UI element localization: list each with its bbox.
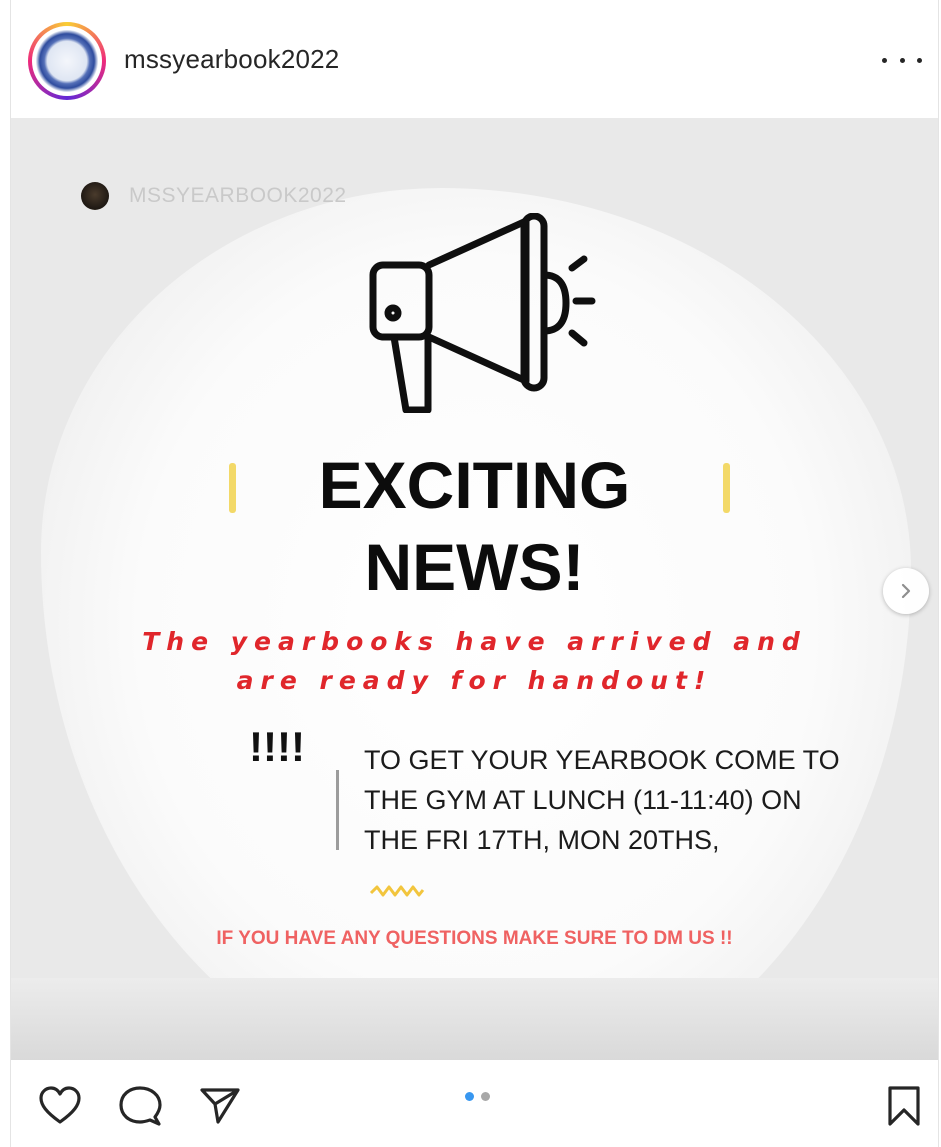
avatar[interactable] [28,22,106,100]
comment-icon[interactable] [118,1084,162,1128]
heart-icon[interactable] [38,1084,82,1128]
username-link[interactable]: mssyearbook2022 [124,44,339,75]
post-actions [10,1060,939,1147]
squiggle-decoration [369,885,425,897]
post-header: mssyearbook2022 [10,0,939,118]
carousel-indicator [465,1092,490,1101]
subheadline: The yearbooks have arrived and are ready… [142,627,807,695]
post-image[interactable]: MSSYEARBOOK2022 EXCITING NEWS! The yearb… [11,118,938,1060]
bookmark-icon[interactable] [882,1084,926,1128]
next-slide-button[interactable] [883,568,929,614]
watermark-text: MSSYEARBOOK2022 [129,184,347,207]
exclamation-marks: !!!! [249,723,305,770]
divider-line [336,770,339,850]
more-options-icon[interactable] [882,48,922,72]
carousel-dot-active [465,1092,474,1101]
share-icon[interactable] [198,1084,242,1128]
questions-note: IF YOU HAVE ANY QUESTIONS MAKE SURE TO D… [216,928,733,949]
avatar-image [36,30,98,92]
megaphone-icon [369,213,596,413]
chevron-right-icon [901,583,911,599]
carousel-dot [481,1092,490,1101]
pickup-info: TO GET YOUR YEARBOOK COME TO THE GYM AT … [364,745,840,855]
headline: EXCITING NEWS! [318,448,631,604]
watermark-avatar [81,182,109,210]
image-watermark: MSSYEARBOOK2022 [81,182,347,210]
